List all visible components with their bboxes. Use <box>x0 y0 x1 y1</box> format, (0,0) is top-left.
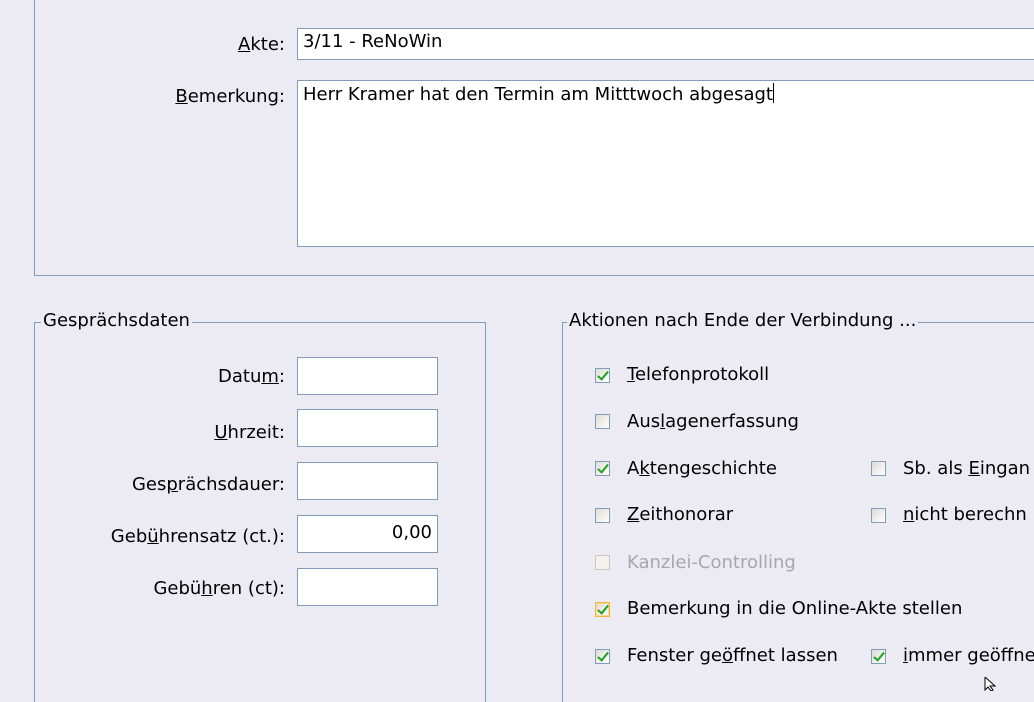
nicht-berechnen-checkbox[interactable] <box>871 508 886 523</box>
telefonprotokoll-checkbox[interactable] <box>595 368 610 383</box>
gebuehrensatz-input[interactable]: 0,00 <box>297 515 438 553</box>
gespraechsdaten-legend: Gesprächsdaten <box>41 310 192 331</box>
zeithonorar-label[interactable]: Zeithonorar <box>627 504 733 525</box>
datum-input[interactable] <box>297 357 438 395</box>
sb-eingang-checkbox[interactable] <box>871 461 886 476</box>
kanzlei-controlling-label: Kanzlei-Controlling <box>627 552 796 573</box>
auslagenerfassung-label[interactable]: Auslagenerfassung <box>627 411 799 432</box>
fenster-offen-checkbox[interactable] <box>595 649 610 664</box>
datum-label: Datum: <box>218 366 285 387</box>
aktionen-legend: Aktionen nach Ende der Verbindung ... <box>567 310 919 331</box>
gebuehren-label: Gebühren (ct): <box>153 578 285 599</box>
gebuehren-input[interactable] <box>297 568 438 606</box>
immer-geoeffnet-label[interactable]: immer geöffne <box>903 645 1034 666</box>
akte-field[interactable]: 3/11 - ReNoWin <box>297 28 1034 60</box>
auslagenerfassung-checkbox[interactable] <box>595 414 610 429</box>
gespraechsdauer-input[interactable] <box>297 462 438 500</box>
akte-label: Akte: <box>238 34 285 55</box>
bemerkung-value: Herr Kramer hat den Termin am Mitttwoch … <box>303 84 773 105</box>
immer-geoeffnet-checkbox[interactable] <box>871 649 886 664</box>
nicht-berechnen-label[interactable]: nicht berechn <box>903 504 1027 525</box>
uhrzeit-input[interactable] <box>297 409 438 447</box>
gebuehrensatz-label: Gebührensatz (ct.): <box>110 526 285 547</box>
uhrzeit-label: Uhrzeit: <box>214 422 285 443</box>
online-akte-label[interactable]: Bemerkung in die Online-Akte stellen <box>627 598 962 619</box>
text-caret <box>773 83 774 103</box>
aktengeschichte-checkbox[interactable] <box>595 461 610 476</box>
kanzlei-controlling-checkbox <box>595 555 610 570</box>
akte-value: 3/11 - ReNoWin <box>303 31 443 52</box>
sb-eingang-label[interactable]: Sb. als Eingan <box>903 458 1030 479</box>
telefonprotokoll-label[interactable]: Telefonprotokoll <box>627 364 769 385</box>
online-akte-checkbox[interactable] <box>595 602 610 617</box>
zeithonorar-checkbox[interactable] <box>595 508 610 523</box>
aktengeschichte-label[interactable]: Aktengeschichte <box>627 458 777 479</box>
bemerkung-label: Bemerkung: <box>175 86 285 107</box>
mouse-cursor-icon <box>984 677 997 691</box>
gespraechsdauer-label: Gesprächsdauer: <box>131 474 285 495</box>
bemerkung-textarea[interactable]: Herr Kramer hat den Termin am Mitttwoch … <box>297 80 1034 247</box>
fenster-offen-label[interactable]: Fenster geöffnet lassen <box>627 645 838 666</box>
